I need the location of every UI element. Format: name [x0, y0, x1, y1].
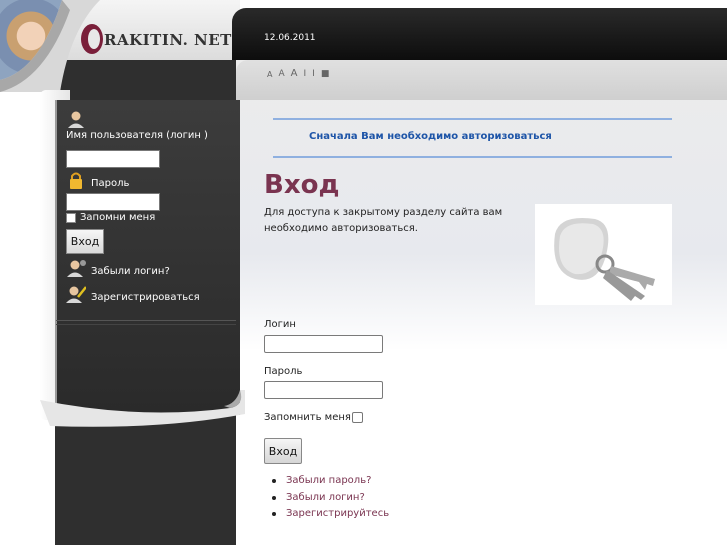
password-input[interactable] — [264, 381, 383, 399]
font-small-button[interactable]: A — [267, 70, 272, 79]
password-row: Пароль — [66, 171, 129, 189]
login-input[interactable] — [264, 335, 383, 353]
intro-text: Для доступа к закрытому разделу сайта ва… — [264, 207, 503, 234]
list-item[interactable]: Забыли логин? — [272, 490, 389, 507]
logo-text[interactable]: RAKITIN. NET — [104, 31, 232, 49]
register-link[interactable]: Зарегистрироваться — [91, 292, 200, 303]
logo-swirl-icon — [81, 24, 103, 54]
sidebar-login-button[interactable]: Вход — [66, 229, 104, 254]
sidebar-curl-decoration — [40, 390, 245, 427]
sidebar-login-panel — [55, 100, 240, 415]
page-title: Вход — [264, 170, 340, 200]
sidebar-remember-checkbox[interactable] — [66, 213, 76, 223]
register-row[interactable]: Зарегистрироваться — [66, 285, 200, 303]
font-large-button[interactable]: A — [291, 68, 298, 79]
keys-image — [535, 204, 672, 305]
username-label: Имя пользователя (логин ) — [66, 130, 208, 141]
login-label: Логин — [264, 319, 296, 330]
password-label: Пароль — [91, 178, 130, 189]
username-row: Имя пользователя (логин ) — [66, 110, 238, 144]
forgot-username-link[interactable]: Забыли логин? — [286, 492, 365, 503]
width-narrow-button[interactable]: I — [304, 69, 307, 79]
forgot-login-row[interactable]: Забыли логин? — [66, 259, 170, 277]
remember-checkbox[interactable] — [352, 412, 363, 423]
forgot-login-link[interactable]: Забыли логин? — [91, 266, 170, 277]
sidebar-remember-label: Запомни меня — [80, 212, 156, 223]
toolbar-band — [236, 60, 727, 100]
date-display: 12.06.2011 — [264, 33, 316, 43]
notice-message: Сначала Вам необходимо авторизоваться — [309, 131, 552, 142]
forgot-password-link[interactable]: Забыли пароль? — [286, 475, 371, 486]
width-medium-button[interactable]: I — [312, 69, 315, 79]
lock-icon — [70, 172, 82, 189]
login-submit-button[interactable]: Вход — [264, 438, 302, 464]
font-medium-button[interactable]: A — [278, 69, 284, 79]
register-main-link[interactable]: Зарегистрируйтесь — [286, 508, 389, 519]
password-label: Пароль — [264, 366, 303, 377]
sidebar-divider — [56, 320, 236, 321]
font-size-tools: A A A I I ■ — [267, 68, 329, 79]
user-question-icon — [67, 260, 86, 277]
user-register-icon — [66, 286, 86, 303]
remember-label: Запомнить меня — [264, 412, 351, 423]
list-item[interactable]: Забыли пароль? — [272, 473, 389, 490]
list-item[interactable]: Зарегистрируйтесь — [272, 506, 389, 523]
sidebar-divider-2 — [56, 324, 236, 325]
user-icon — [68, 111, 84, 128]
width-wide-button[interactable]: ■ — [321, 69, 330, 79]
sidebar-username-input[interactable] — [66, 150, 160, 168]
help-links: Забыли пароль? Забыли логин? Зарегистрир… — [272, 473, 389, 523]
sidebar-password-input[interactable] — [66, 193, 160, 211]
